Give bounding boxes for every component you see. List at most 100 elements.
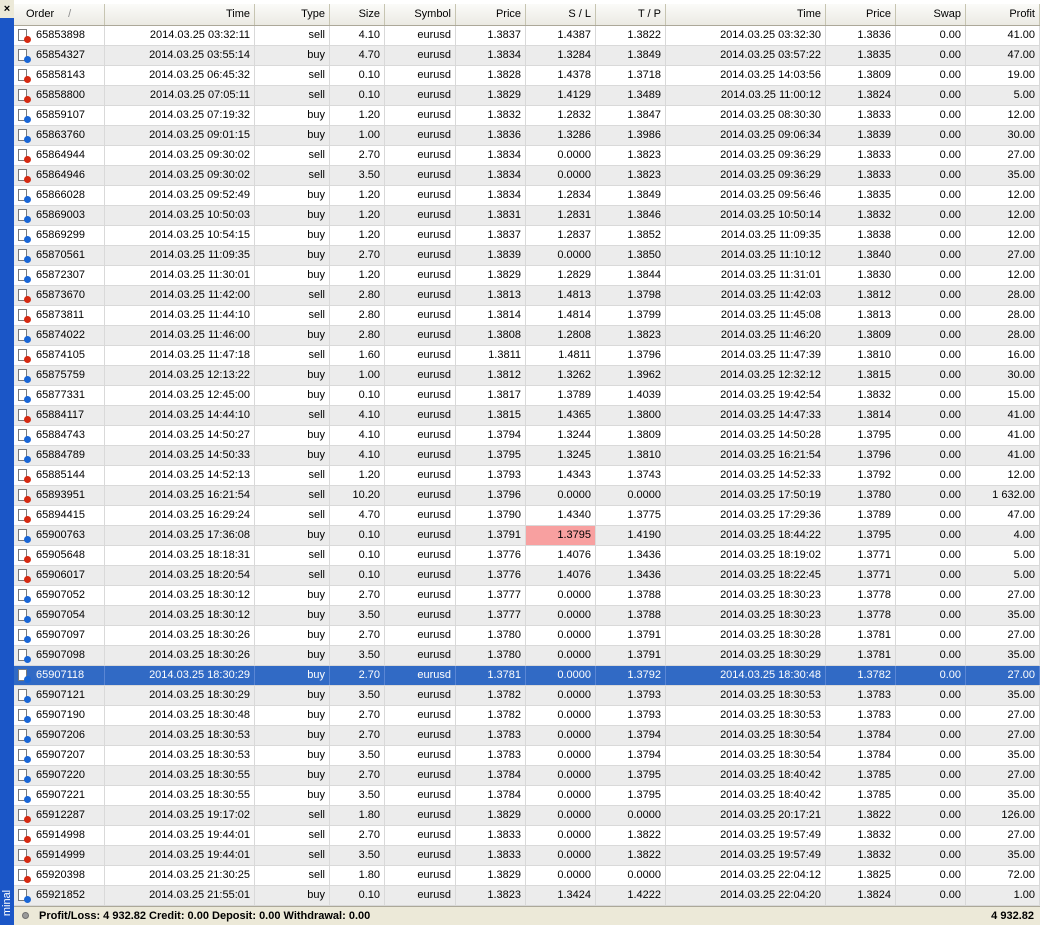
table-row[interactable]: 65907220 2014.03.25 18:30:55 buy 2.70 eurusd…	[14, 766, 1040, 786]
table-row[interactable]: 65854327 2014.03.25 03:55:14 buy 4.70 eurusd…	[14, 46, 1040, 66]
column-header-close-time[interactable]: Time	[666, 4, 826, 25]
column-header-take-profit[interactable]: T / P	[596, 4, 666, 25]
cell-swap: 0.00	[896, 766, 966, 785]
cell-value: 35.00	[1007, 649, 1035, 661]
cell-symbol: eurusd	[385, 866, 456, 885]
table-row[interactable]: 65884117 2014.03.25 14:44:10 sell 4.10 eurus…	[14, 406, 1040, 426]
table-row[interactable]: 65873670 2014.03.25 11:42:00 sell 2.80 eurus…	[14, 286, 1040, 306]
cell-close-price: 1.3781	[826, 626, 896, 645]
cell-size: 0.10	[330, 566, 385, 585]
cell-value: 0.0000	[557, 489, 591, 501]
cell-value: 3.50	[358, 689, 380, 701]
table-row[interactable]: 65907121 2014.03.25 18:30:29 buy 3.50 eurusd…	[14, 686, 1040, 706]
table-row[interactable]: 65907098 2014.03.25 18:30:26 buy 3.50 eurusd…	[14, 646, 1040, 666]
cell-symbol: eurusd	[385, 406, 456, 425]
cell-value: 0.00	[939, 829, 961, 841]
column-header-stop-loss[interactable]: S / L	[526, 4, 596, 25]
cell-order: 65921852	[14, 886, 105, 905]
table-row[interactable]: 65907190 2014.03.25 18:30:48 buy 2.70 eurusd…	[14, 706, 1040, 726]
table-row[interactable]: 65914998 2014.03.25 19:44:01 sell 2.70 eurus…	[14, 826, 1040, 846]
column-header-type[interactable]: Type	[255, 4, 330, 25]
table-row[interactable]: 65906017 2014.03.25 18:20:54 sell 0.10 eurus…	[14, 566, 1040, 586]
table-row[interactable]: 65875759 2014.03.25 12:13:22 buy 1.00 eurusd…	[14, 366, 1040, 386]
table-row[interactable]: 65858800 2014.03.25 07:05:11 sell 0.10 eurus…	[14, 86, 1040, 106]
table-row[interactable]: 65877331 2014.03.25 12:45:00 buy 0.10 eurusd…	[14, 386, 1040, 406]
column-header-swap[interactable]: Swap	[896, 4, 966, 25]
column-header-close-price[interactable]: Price	[826, 4, 896, 25]
table-row[interactable]: 65893951 2014.03.25 16:21:54 sell 10.20 euru…	[14, 486, 1040, 506]
column-header-symbol[interactable]: Symbol	[385, 4, 456, 25]
table-row[interactable]: 65884789 2014.03.25 14:50:33 buy 4.10 eurusd…	[14, 446, 1040, 466]
cell-take-profit: 0.0000	[596, 486, 666, 505]
column-header-open-time[interactable]: Time	[105, 4, 255, 25]
cell-close-time: 2014.03.25 19:57:49	[666, 826, 826, 845]
cell-stop-loss: 0.0000	[526, 786, 596, 805]
table-row[interactable]: 65907221 2014.03.25 18:30:55 buy 3.50 eurusd…	[14, 786, 1040, 806]
cell-value: 1.4076	[557, 549, 591, 561]
table-row[interactable]: 65853898 2014.03.25 03:32:11 sell 4.10 eurus…	[14, 26, 1040, 46]
table-row[interactable]: 65864946 2014.03.25 09:30:02 sell 3.50 eurus…	[14, 166, 1040, 186]
cell-symbol: eurusd	[385, 706, 456, 725]
table-row[interactable]: 65921852 2014.03.25 21:55:01 buy 0.10 eurusd…	[14, 886, 1040, 906]
table-row[interactable]: 65907097 2014.03.25 18:30:26 buy 2.70 eurusd…	[14, 626, 1040, 646]
cell-value: 1.3771	[857, 569, 891, 581]
table-row[interactable]: 65874105 2014.03.25 11:47:18 sell 1.60 eurus…	[14, 346, 1040, 366]
terminal-tab-label[interactable]: minal	[0, 883, 14, 923]
cell-close-time: 2014.03.25 11:46:20	[666, 326, 826, 345]
cell-value: 2.80	[358, 329, 380, 341]
cell-type: buy	[255, 786, 330, 805]
column-header-order[interactable]: Order /	[14, 4, 105, 25]
table-row[interactable]: 65873811 2014.03.25 11:44:10 sell 2.80 eurus…	[14, 306, 1040, 326]
table-row[interactable]: 65874022 2014.03.25 11:46:00 buy 2.80 eurusd…	[14, 326, 1040, 346]
table-row[interactable]: 65858143 2014.03.25 06:45:32 sell 0.10 eurus…	[14, 66, 1040, 86]
cell-value: 1.3798	[627, 289, 661, 301]
table-row[interactable]: 65914999 2014.03.25 19:44:01 sell 3.50 eurus…	[14, 846, 1040, 866]
table-row[interactable]: 65885144 2014.03.25 14:52:13 sell 1.20 eurus…	[14, 466, 1040, 486]
cell-value: 27.00	[1007, 769, 1035, 781]
table-row[interactable]: 65907054 2014.03.25 18:30:12 buy 3.50 eurusd…	[14, 606, 1040, 626]
cell-symbol: eurusd	[385, 846, 456, 865]
cell-swap: 0.00	[896, 226, 966, 245]
table-row[interactable]: 65863760 2014.03.25 09:01:15 buy 1.00 eurusd…	[14, 126, 1040, 146]
cell-value: 35.00	[1007, 849, 1035, 861]
table-row[interactable]: 65866028 2014.03.25 09:52:49 buy 1.20 eurusd…	[14, 186, 1040, 206]
table-row[interactable]: 65907052 2014.03.25 18:30:12 buy 2.70 eurusd…	[14, 586, 1040, 606]
table-row[interactable]: 65884743 2014.03.25 14:50:27 buy 4.10 eurusd…	[14, 426, 1040, 446]
table-row[interactable]: 65894415 2014.03.25 16:29:24 sell 4.70 eurus…	[14, 506, 1040, 526]
cell-symbol: eurusd	[385, 426, 456, 445]
column-header-profit[interactable]: Profit	[966, 4, 1040, 25]
table-row[interactable]: 65907207 2014.03.25 18:30:53 buy 3.50 eurusd…	[14, 746, 1040, 766]
cell-profit: 28.00	[966, 306, 1040, 325]
cell-value: 2.70	[358, 589, 380, 601]
cell-symbol: eurusd	[385, 286, 456, 305]
table-row[interactable]: 65920398 2014.03.25 21:30:25 sell 1.80 eurus…	[14, 866, 1040, 886]
column-header-size[interactable]: Size	[330, 4, 385, 25]
cell-take-profit: 1.4039	[596, 386, 666, 405]
cell-value: 35.00	[1007, 169, 1035, 181]
sell-dot-icon	[24, 76, 31, 83]
table-row[interactable]: 65869299 2014.03.25 10:54:15 buy 1.20 eurusd…	[14, 226, 1040, 246]
account-history-table[interactable]: Order / Time Type Size Symbol Price S / L T / P T…	[14, 4, 1040, 906]
table-row[interactable]: 65907206 2014.03.25 18:30:53 buy 2.70 eurusd…	[14, 726, 1040, 746]
cell-value: 2014.03.25 18:18:31	[149, 549, 250, 561]
table-row[interactable]: 65869003 2014.03.25 10:50:03 buy 1.20 eurusd…	[14, 206, 1040, 226]
table-row[interactable]: 65859107 2014.03.25 07:19:32 buy 1.20 eurusd…	[14, 106, 1040, 126]
table-row[interactable]: 65872307 2014.03.25 11:30:01 buy 1.20 eurusd…	[14, 266, 1040, 286]
cell-close-time: 2014.03.25 09:06:34	[666, 126, 826, 145]
table-row[interactable]: 65870561 2014.03.25 11:09:35 buy 2.70 eurusd…	[14, 246, 1040, 266]
cell-close-time: 2014.03.25 18:30:53	[666, 706, 826, 725]
cell-value: 16.00	[1007, 349, 1035, 361]
cell-value: 1.00	[1013, 889, 1035, 901]
close-icon[interactable]: ×	[0, 0, 14, 18]
cell-open-time: 2014.03.25 18:30:26	[105, 626, 255, 645]
cell-value: 5.00	[1013, 89, 1035, 101]
table-row[interactable]: 65905648 2014.03.25 18:18:31 sell 0.10 eurus…	[14, 546, 1040, 566]
table-row[interactable]: 65912287 2014.03.25 19:17:02 sell 1.80 eurus…	[14, 806, 1040, 826]
table-row[interactable]: 65907118 2014.03.25 18:30:29 buy 2.70 eurusd…	[14, 666, 1040, 686]
cell-value: 1.3790	[487, 509, 521, 521]
column-header-open-price[interactable]: Price	[456, 4, 526, 25]
table-row[interactable]: 65864944 2014.03.25 09:30:02 sell 2.70 eurus…	[14, 146, 1040, 166]
table-row[interactable]: 65900763 2014.03.25 17:36:08 buy 0.10 eurusd…	[14, 526, 1040, 546]
cell-value: 4.10	[358, 429, 380, 441]
cell-value: eurusd	[417, 29, 451, 41]
